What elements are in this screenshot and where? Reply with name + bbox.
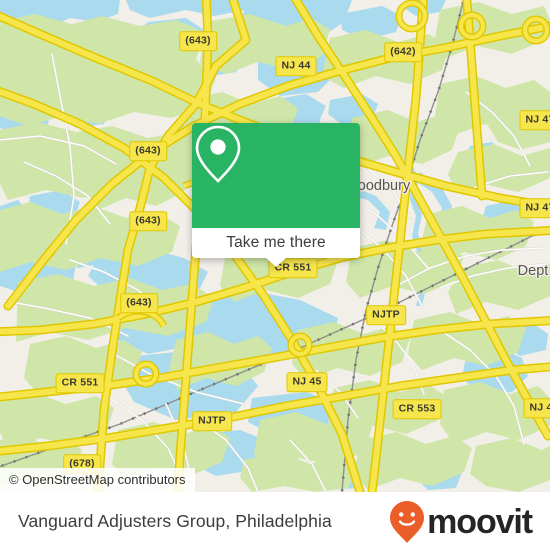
callout-tail	[265, 257, 287, 267]
road-shield: CR 553	[392, 399, 442, 419]
callout-header	[192, 123, 360, 228]
map-canvas[interactable]: (643) NJ 44 (642) NJ 47 (643) NJ 47 (643…	[0, 0, 550, 492]
road-shield: NJ 45	[286, 372, 328, 392]
moovit-smiley-pin-icon	[390, 500, 425, 543]
callout-body: Take me there	[192, 123, 360, 258]
road-shield: (643)	[129, 211, 167, 231]
take-me-there-button[interactable]: Take me there	[192, 228, 360, 258]
location-title: Vanguard Adjusters Group, Philadelphia	[18, 511, 332, 531]
place-label-deptford: Dept	[517, 263, 549, 279]
road-shield: (643)	[129, 141, 167, 161]
location-callout-card[interactable]: Take me there	[192, 123, 360, 267]
road-shield: NJ 4	[523, 398, 550, 418]
road-shield: NJ 47	[519, 110, 550, 130]
road-shield: (643)	[120, 293, 158, 313]
road-shield: CR 551	[55, 373, 105, 393]
road-shield: NJ 44	[275, 56, 317, 76]
moovit-brand[interactable]: moovit	[389, 500, 533, 544]
footer-bar: Vanguard Adjusters Group, Philadelphia m…	[0, 492, 550, 550]
moovit-wordmark: moovit	[427, 502, 533, 541]
osm-attribution[interactable]: © OpenStreetMap contributors	[0, 468, 195, 492]
map-pin-icon	[195, 125, 241, 183]
road-shield: NJTP	[192, 411, 232, 431]
place-label-woodbury: oodbury	[357, 178, 411, 194]
take-me-there-label: Take me there	[226, 234, 326, 251]
road-shield: (643)	[179, 31, 217, 51]
road-shield: NJ 47	[519, 198, 550, 218]
moovit-location-card: (643) NJ 44 (642) NJ 47 (643) NJ 47 (643…	[0, 0, 550, 550]
road-shield: NJTP	[366, 305, 406, 325]
road-shield: (642)	[384, 42, 422, 62]
